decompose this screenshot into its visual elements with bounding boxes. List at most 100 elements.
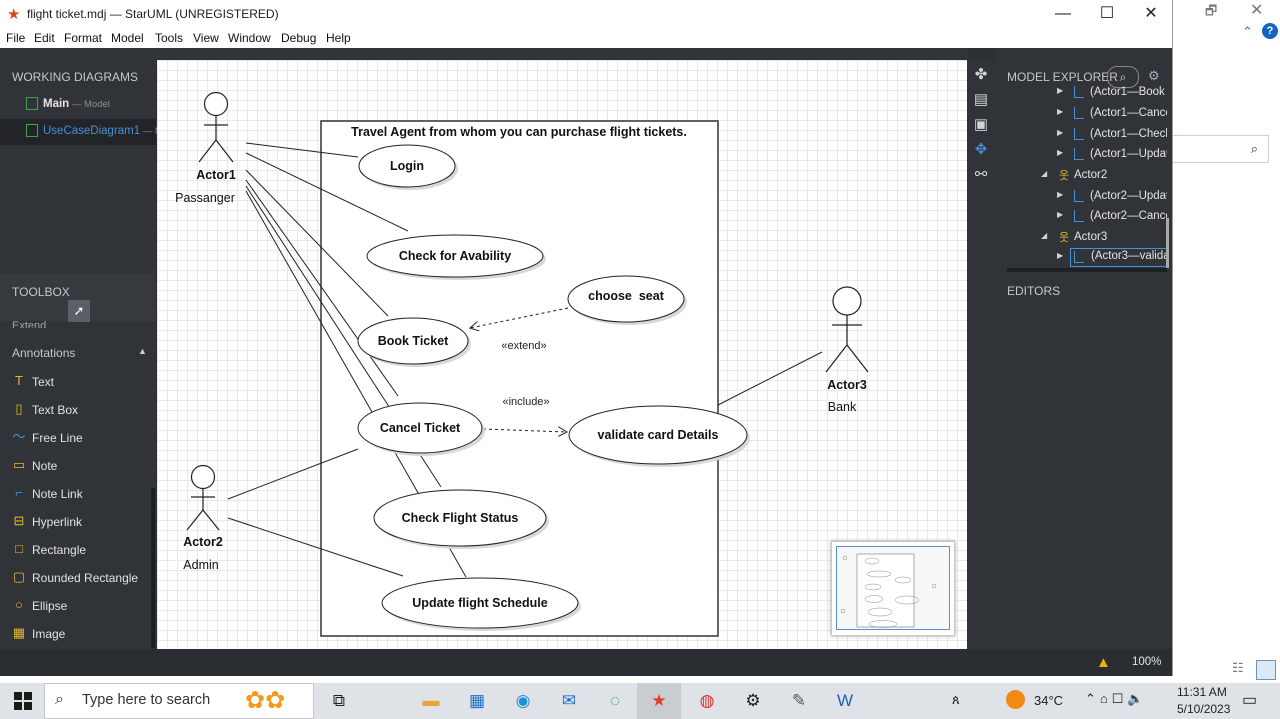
- chrome-icon[interactable]: ◍: [694, 688, 720, 714]
- expand-arrow-icon[interactable]: ▶: [1057, 128, 1063, 137]
- layout-icon[interactable]: ▤: [971, 90, 991, 110]
- use-case-label: Update flight Schedule: [412, 596, 547, 610]
- settings-gear-icon[interactable]: ⚙: [740, 688, 766, 714]
- gear-icon[interactable]: ⚙: [1148, 68, 1160, 84]
- menu-model[interactable]: Model: [111, 31, 144, 45]
- minimap-viewport[interactable]: [836, 546, 950, 630]
- share-icon[interactable]: ⚯: [971, 165, 991, 185]
- expand-arrow-icon[interactable]: ▶: [1057, 86, 1063, 95]
- menu-debug[interactable]: Debug: [281, 31, 316, 45]
- clock-date[interactable]: 5/10/2023: [1177, 702, 1230, 716]
- menu-edit[interactable]: Edit: [34, 31, 55, 45]
- markdown-icon[interactable]: ▣: [971, 115, 991, 135]
- expand-arrow-icon[interactable]: ▶: [1057, 107, 1063, 116]
- menu-format[interactable]: Format: [64, 31, 102, 45]
- use-case-check-availability[interactable]: Check for Avability: [366, 234, 546, 280]
- collapse-triangle-icon[interactable]: ▲: [138, 346, 147, 356]
- tool-text[interactable]: T Text: [12, 372, 152, 392]
- close-button[interactable]: ✕: [1129, 3, 1173, 25]
- tool-free-line[interactable]: 〜 Free Line: [12, 428, 152, 448]
- tool-rectangle[interactable]: □ Rectangle: [12, 540, 152, 560]
- include-label: «include»: [502, 396, 549, 408]
- temperature[interactable]: 34°C: [1034, 693, 1063, 708]
- file-explorer-icon[interactable]: ▬: [418, 688, 444, 714]
- tree-item[interactable]: ▶ (Actor1—Updat: [1007, 145, 1167, 165]
- menu-window[interactable]: Window: [228, 31, 271, 45]
- tool-text-box[interactable]: ▯ Text Box: [12, 400, 152, 420]
- warning-icon[interactable]: ▲: [1096, 654, 1111, 671]
- toolbox-item-extend[interactable]: Extend: [12, 320, 46, 328]
- use-case-validate-card-details[interactable]: validate card Details: [568, 405, 750, 467]
- rectangle-icon: □: [15, 541, 23, 556]
- tree-item[interactable]: ▶ (Actor2—Updat: [1007, 187, 1167, 207]
- tree-item[interactable]: ▶ (Actor2—Cance: [1007, 207, 1167, 227]
- tool-image[interactable]: ▦ Image: [12, 624, 152, 644]
- pointer-tool-icon[interactable]: ➚: [68, 300, 90, 322]
- search-icon[interactable]: ⌕: [1107, 66, 1139, 88]
- help-icon[interactable]: ?: [1262, 23, 1278, 39]
- tool-note-link[interactable]: ⌐ Note Link: [12, 484, 152, 504]
- mail-icon[interactable]: ✉: [556, 688, 582, 714]
- zoom-level[interactable]: 100%: [1132, 656, 1161, 668]
- use-case-label: validate card Details: [598, 428, 719, 442]
- minimize-button[interactable]: —: [1041, 3, 1085, 25]
- close-icon[interactable]: ✕: [1250, 0, 1263, 20]
- use-case-update-flight-schedule[interactable]: Update flight Schedule: [381, 577, 581, 631]
- tool-note[interactable]: ▭ Note: [12, 456, 152, 476]
- staruml-taskbar-icon[interactable]: ★: [646, 688, 672, 714]
- text-tool-icon: T: [15, 373, 23, 388]
- working-diagram-main[interactable]: Main — Model: [0, 92, 156, 118]
- navigate-icon[interactable]: ✥: [971, 140, 991, 160]
- collapse-arrow-icon[interactable]: ◢: [1041, 231, 1047, 240]
- tree-scrollbar[interactable]: [1166, 218, 1169, 268]
- working-diagram-usecase[interactable]: UseCaseDiagram1 — M: [0, 119, 163, 145]
- paint-icon[interactable]: ✎: [786, 688, 812, 714]
- view-toggle-icon[interactable]: [1256, 660, 1276, 680]
- use-case-label: Book Ticket: [378, 334, 449, 348]
- maximize-button[interactable]: ☐: [1085, 3, 1129, 25]
- menu-view[interactable]: View: [193, 31, 219, 45]
- model-tree[interactable]: ▶ (Actor1—Book ▶ (Actor1—Cance ▶ (Actor1—Ch…: [1007, 86, 1167, 272]
- search-icon: ⌕: [55, 691, 64, 708]
- restore-icon[interactable]: 🗗: [1205, 2, 1217, 24]
- tool-ellipse[interactable]: ○ Ellipse: [12, 596, 152, 616]
- menu-tools[interactable]: Tools: [155, 31, 183, 45]
- expand-arrow-icon[interactable]: ▶: [1057, 148, 1063, 157]
- weather-sun-icon[interactable]: [1006, 690, 1025, 709]
- tree-item-selected[interactable]: ▶ (Actor3—valida: [1007, 248, 1167, 268]
- edge-browser-icon[interactable]: ◉: [510, 688, 536, 714]
- annotations-section-header[interactable]: Annotations: [12, 346, 75, 360]
- view-icon[interactable]: ☷: [1232, 660, 1244, 676]
- tree-horizontal-scrollbar[interactable]: [1007, 268, 1167, 272]
- task-view-icon[interactable]: ⧉: [326, 688, 352, 714]
- expand-arrow-icon[interactable]: ▶: [1057, 251, 1063, 260]
- actor-bank[interactable]: [825, 286, 869, 373]
- tree-item[interactable]: ▶ (Actor1—Check: [1007, 125, 1167, 145]
- actor-passenger[interactable]: [198, 91, 234, 163]
- tool-hyperlink[interactable]: ⊟ Hyperlink: [12, 512, 152, 532]
- tree-item-actor3[interactable]: ◢ 웃 Actor3: [1007, 228, 1167, 248]
- expand-arrow-icon[interactable]: ▶: [1057, 190, 1063, 199]
- background-search-input[interactable]: ⌕: [1172, 135, 1269, 163]
- tree-item-actor2[interactable]: ◢ 웃 Actor2: [1007, 166, 1167, 186]
- menu-file[interactable]: File: [6, 31, 25, 45]
- windows-start-icon[interactable]: [14, 692, 32, 710]
- extensions-icon[interactable]: ✤: [971, 65, 991, 85]
- notification-icon[interactable]: ▭: [1242, 690, 1257, 710]
- expand-arrow-icon[interactable]: ▶: [1057, 210, 1063, 219]
- actor-admin[interactable]: [186, 464, 220, 531]
- menu-help[interactable]: Help: [326, 31, 351, 45]
- store-icon[interactable]: ▦: [464, 688, 490, 714]
- tree-item[interactable]: ▶ (Actor1—Cance: [1007, 104, 1167, 124]
- toolbox-scrollbar[interactable]: [151, 488, 155, 648]
- sync-app-icon[interactable]: ◌: [602, 688, 628, 714]
- people-icon[interactable]: ጰ: [952, 692, 960, 708]
- collapse-arrow-icon[interactable]: ◢: [1041, 169, 1047, 178]
- system-boundary[interactable]: [320, 120, 719, 637]
- word-icon[interactable]: W: [832, 688, 858, 714]
- tool-rounded-rectangle[interactable]: ▢ Rounded Rectangle: [12, 568, 152, 588]
- chevron-up-icon[interactable]: ⌃: [1242, 24, 1253, 40]
- clock-time[interactable]: 11:31 AM: [1177, 685, 1227, 699]
- tree-item[interactable]: ▶ (Actor1—Book: [1007, 86, 1167, 103]
- system-tray-icons[interactable]: ⌃⌂☐🔈: [1085, 691, 1148, 707]
